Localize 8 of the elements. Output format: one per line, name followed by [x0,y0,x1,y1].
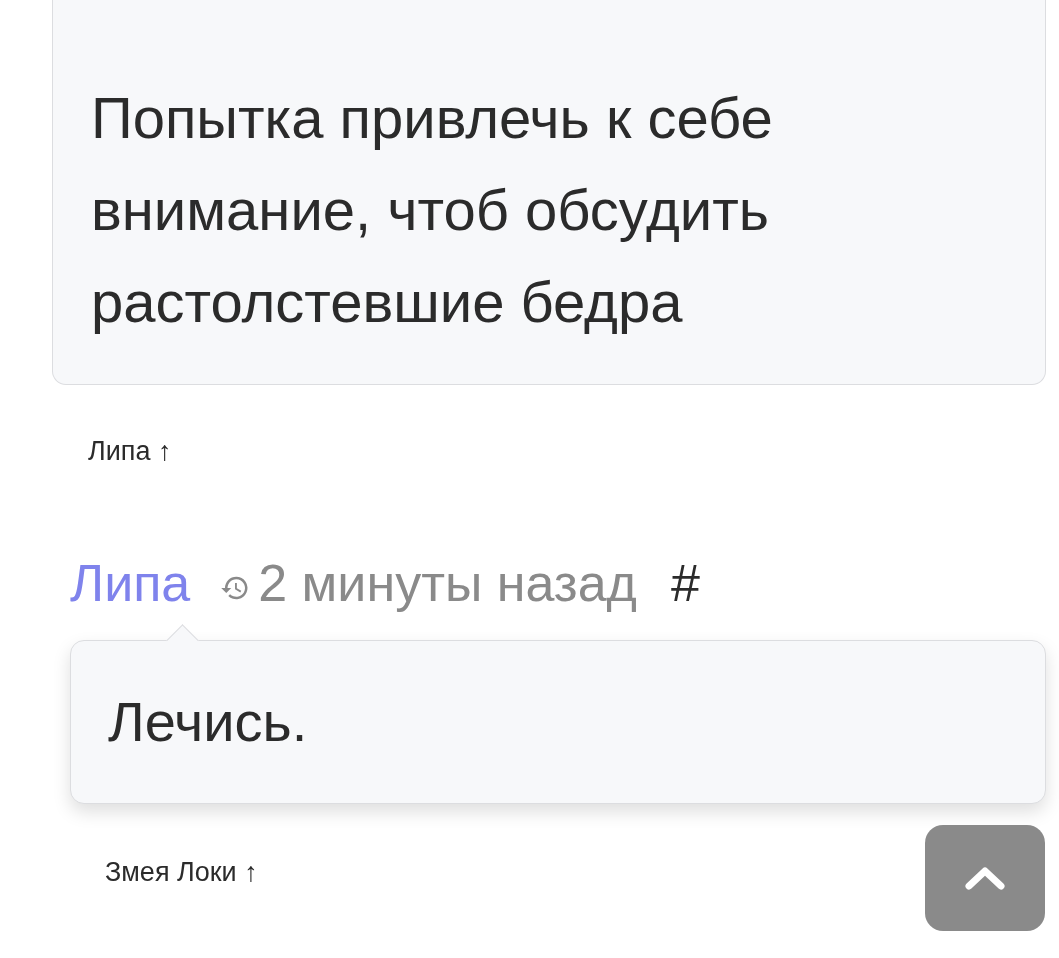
caret-icon [963,864,1007,892]
parent-link[interactable]: Змея Локи ↑ [70,852,258,892]
permalink[interactable]: # [670,550,700,616]
comment-text: Лечись. [108,689,309,755]
parent-link[interactable]: Липа ↑ [52,431,172,471]
comment-text: Попытка привлечь к себе внимание, чтоб обсудить растолстевшие бедра [91,84,774,336]
timestamp: 2 минуты назад [258,553,637,614]
scroll-top-button[interactable] [925,825,1045,931]
